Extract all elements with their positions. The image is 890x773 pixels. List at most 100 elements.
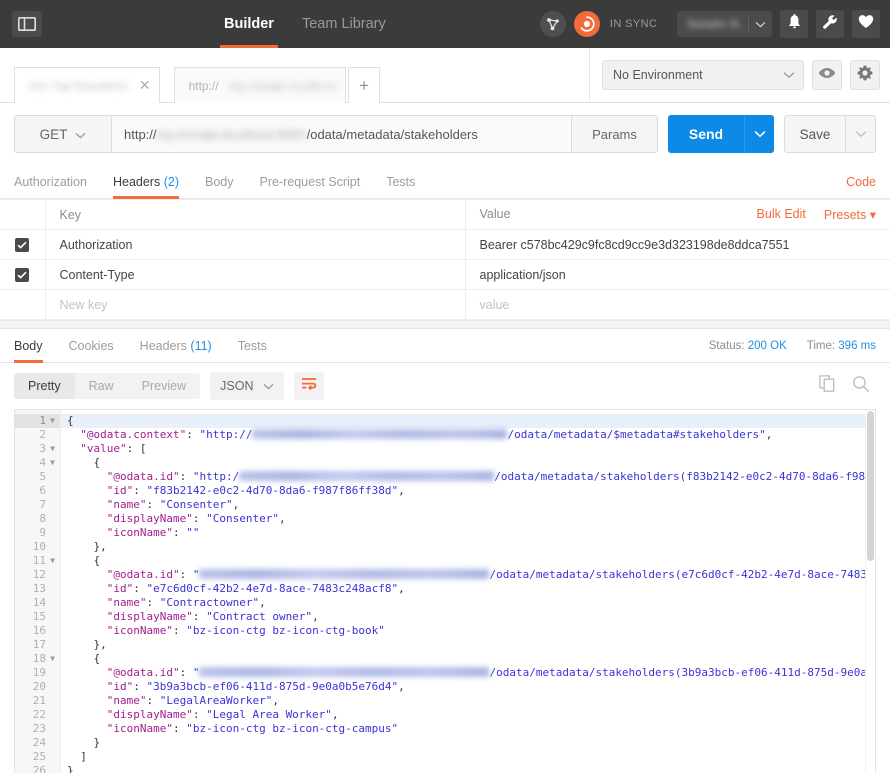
tab-response-cookies[interactable]: Cookies bbox=[69, 329, 114, 363]
manage-environments-button[interactable] bbox=[850, 60, 880, 90]
environment-quick-look-button[interactable] bbox=[812, 60, 842, 90]
wrench-icon bbox=[822, 14, 838, 35]
tab-response-body[interactable]: Body bbox=[14, 329, 43, 363]
request-tab-url[interactable]: http:// my.domain.localhost bbox=[173, 67, 347, 103]
save-group: Save bbox=[784, 115, 876, 153]
environment-select-value: No Environment bbox=[613, 68, 703, 82]
tab-label: Body bbox=[14, 338, 43, 353]
request-tab-url-host: my.domain.localhost bbox=[228, 78, 338, 93]
fold-arrow-icon[interactable]: ▼ bbox=[49, 652, 56, 666]
row-checkbox-cell bbox=[0, 289, 46, 320]
new-header-value-input[interactable]: value bbox=[464, 289, 890, 320]
header-key-cell[interactable]: Authorization bbox=[44, 229, 466, 260]
tab-body[interactable]: Body bbox=[205, 165, 234, 199]
code-line: "displayName": "Contract owner", bbox=[106, 610, 319, 623]
save-button[interactable]: Save bbox=[784, 115, 846, 153]
redacted-host bbox=[199, 667, 490, 677]
sync-status-label: IN SYNC bbox=[609, 18, 658, 30]
tab-label: Tests bbox=[237, 338, 267, 353]
request-tab-active[interactable]: Get Top Standards ✕ bbox=[14, 67, 160, 103]
sync-orbit-icon[interactable] bbox=[573, 11, 600, 37]
save-options-button[interactable] bbox=[846, 115, 876, 153]
word-wrap-toggle[interactable] bbox=[294, 372, 325, 400]
tab-tests[interactable]: Tests bbox=[386, 165, 415, 199]
response-body-viewer[interactable]: 1 ▼ 2 3 ▼ 4 ▼ 5 6 7 8 9 10 11 ▼ 12 13 14 15 16 17 18 ▼ 19 20 21 22… bbox=[14, 409, 876, 773]
tab-response-tests[interactable]: Tests bbox=[238, 329, 267, 363]
tab-builder[interactable]: Builder bbox=[210, 0, 288, 48]
tab-count: (2) bbox=[163, 174, 179, 189]
environment-select[interactable]: No Environment bbox=[602, 60, 804, 90]
headers-table-actions: Bulk Edit Presets ▾ bbox=[757, 207, 890, 222]
request-tab-url-prefix: http:// bbox=[188, 78, 219, 93]
code-line: } bbox=[93, 736, 101, 749]
scrollbar-thumb[interactable] bbox=[867, 411, 874, 561]
bulk-edit-link[interactable]: Bulk Edit bbox=[757, 207, 806, 222]
request-url-input[interactable]: http://my.domain.localhost:8080/odata/me… bbox=[112, 115, 572, 153]
open-request-tabs: Get Top Standards ✕ http:// my.domain.lo… bbox=[0, 48, 590, 103]
user-menu[interactable]: Natalie B. bbox=[677, 11, 772, 37]
view-mode-raw[interactable]: Raw bbox=[75, 373, 128, 399]
header-key-cell[interactable]: Content-Type bbox=[44, 259, 466, 290]
code-line: "iconName": "bz-icon-ctg bz-icon-ctg-boo… bbox=[106, 624, 385, 637]
response-divider bbox=[0, 320, 890, 329]
code-link[interactable]: Code bbox=[846, 175, 876, 189]
tab-pre-request-script[interactable]: Pre-request Script bbox=[259, 165, 360, 199]
tab-headers[interactable]: Headers (2) bbox=[112, 165, 179, 199]
response-body-code[interactable]: { "@odata.context": "http:///odata/metad… bbox=[61, 410, 865, 773]
row-checkbox[interactable] bbox=[15, 237, 30, 252]
headers-table: Key Value Bulk Edit Presets ▾ Authorizat… bbox=[0, 199, 890, 320]
notifications-button[interactable] bbox=[780, 10, 808, 38]
header-cell-value: Value Bulk Edit Presets ▾ bbox=[464, 199, 890, 230]
code-line: "name": "LegalAreaWorker", bbox=[106, 694, 279, 707]
view-mode-preview[interactable]: Preview bbox=[128, 373, 200, 399]
code-line: }, bbox=[93, 638, 107, 651]
headers-table-header-row: Key Value Bulk Edit Presets ▾ bbox=[0, 199, 890, 230]
tab-team-library[interactable]: Team Library bbox=[288, 0, 400, 48]
network-share-icon[interactable] bbox=[539, 11, 566, 37]
view-mode-pretty[interactable]: Pretty bbox=[14, 373, 75, 399]
line-number: 3 ▼ bbox=[39, 442, 56, 456]
divider bbox=[748, 16, 749, 32]
send-button[interactable]: Send bbox=[668, 115, 744, 153]
fold-arrow-icon[interactable]: ▼ bbox=[49, 442, 56, 456]
line-number: 18 ▼ bbox=[32, 652, 56, 666]
http-method-value: GET bbox=[39, 126, 68, 142]
time-label: Time: bbox=[806, 339, 836, 352]
line-number: 25 bbox=[32, 750, 46, 763]
request-url-prefix: http:// bbox=[124, 126, 157, 142]
favorites-button[interactable] bbox=[852, 10, 880, 38]
new-header-key-input[interactable]: New key bbox=[44, 289, 466, 320]
close-icon[interactable]: ✕ bbox=[139, 77, 151, 94]
fold-arrow-icon[interactable]: ▼ bbox=[49, 554, 56, 568]
value-column-label: Value bbox=[479, 207, 511, 221]
vertical-scrollbar[interactable] bbox=[865, 410, 875, 773]
search-icon[interactable] bbox=[852, 375, 870, 398]
time-badge: Time: 396 ms bbox=[807, 340, 876, 352]
request-section-tabs: Authorization Headers (2) Body Pre-reque… bbox=[0, 165, 890, 199]
sidebar-panel-icon[interactable] bbox=[12, 11, 42, 37]
redacted-host bbox=[252, 429, 508, 439]
response-format-select[interactable]: JSON bbox=[210, 372, 285, 400]
code-line: { bbox=[93, 652, 101, 665]
header-value-cell[interactable]: Bearer c578bc429c9fc8cd9cc9e3d323198de8d… bbox=[464, 229, 890, 260]
copy-icon[interactable] bbox=[819, 374, 836, 398]
header-cell-check bbox=[0, 199, 46, 230]
tab-label: Authorization bbox=[14, 174, 87, 189]
http-method-select[interactable]: GET bbox=[14, 115, 112, 153]
code-line: "@odata.context": "http:///odata/metadat… bbox=[80, 428, 773, 441]
header-value-cell[interactable]: application/json bbox=[464, 259, 890, 290]
fold-arrow-icon[interactable]: ▼ bbox=[49, 414, 56, 428]
new-tab-button[interactable]: + bbox=[348, 67, 381, 103]
tab-authorization[interactable]: Authorization bbox=[14, 165, 87, 199]
fold-arrow-icon[interactable]: ▼ bbox=[49, 456, 56, 470]
settings-wrench-button[interactable] bbox=[816, 10, 844, 38]
line-number: 7 bbox=[39, 498, 46, 511]
presets-dropdown[interactable]: Presets ▾ bbox=[824, 207, 876, 222]
row-checkbox[interactable] bbox=[15, 267, 30, 282]
code-line: { bbox=[61, 414, 865, 428]
params-button[interactable]: Params bbox=[572, 115, 658, 153]
send-options-button[interactable] bbox=[744, 115, 774, 153]
line-number: 26 bbox=[32, 764, 46, 773]
eye-icon bbox=[818, 66, 836, 84]
tab-response-headers[interactable]: Headers (11) bbox=[140, 329, 212, 363]
